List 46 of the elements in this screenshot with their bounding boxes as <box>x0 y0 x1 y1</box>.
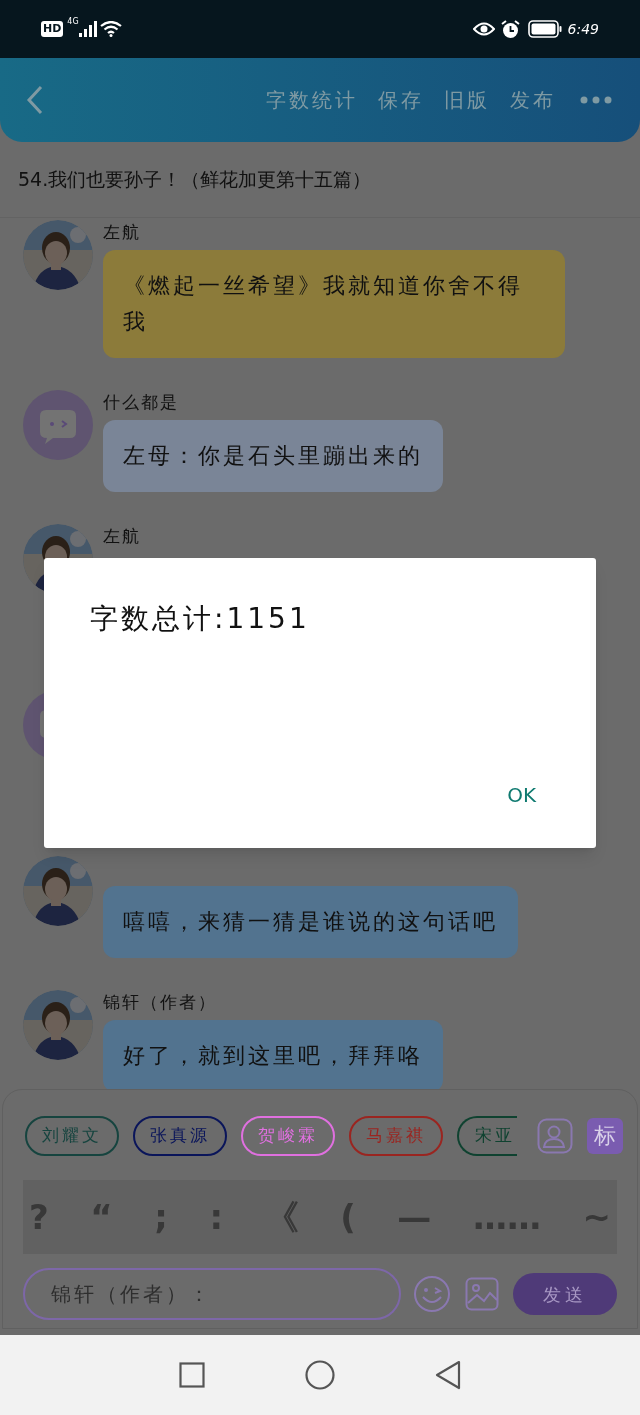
hd-badge: HD <box>41 21 64 37</box>
punctuation-key[interactable]: ( <box>338 1191 358 1243</box>
sender-name: 左航 <box>103 221 142 244</box>
header-action[interactable]: 发布 <box>510 85 556 115</box>
more-icon[interactable] <box>580 96 612 104</box>
sender-name: 什么都是 <box>103 391 180 414</box>
sender-name: 锦轩（作者） <box>103 991 218 1014</box>
punctuation-key[interactable]: : <box>207 1191 226 1243</box>
message-bubble: 好了，就到这里吧，拜拜咯 <box>103 1020 443 1089</box>
punctuation-key[interactable]: ~ <box>580 1191 613 1243</box>
header-action[interactable]: 保存 <box>378 85 424 115</box>
tag-button[interactable]: 标 <box>587 1118 623 1154</box>
character-chip[interactable]: 马嘉祺 <box>349 1116 443 1156</box>
chapter-title: 54.我们也要孙子！（鲜花加更第十五篇） <box>18 167 372 193</box>
eye-icon <box>472 21 495 37</box>
punctuation-key[interactable]: 《 <box>262 1191 301 1243</box>
network-type: 4G <box>67 16 79 28</box>
signal-icon <box>78 21 97 37</box>
battery-icon <box>527 20 562 38</box>
header-action[interactable]: 字数统计 <box>266 85 358 115</box>
character-chip[interactable]: 贺峻霖 <box>241 1116 335 1156</box>
sender-name: 左航 <box>103 525 141 548</box>
character-chip[interactable]: 张真源 <box>133 1116 227 1156</box>
message-bubble: 左母：你是石头里蹦出来的 <box>103 420 443 492</box>
punctuation-key[interactable]: ; <box>152 1191 170 1243</box>
alarm-icon <box>500 19 520 39</box>
speech-bubble-icon <box>23 390 93 460</box>
back-icon[interactable] <box>26 85 44 115</box>
header-action[interactable]: 旧版 <box>444 85 490 115</box>
punctuation-key[interactable]: ? <box>27 1191 51 1243</box>
character-chip[interactable]: 刘耀文 <box>25 1116 119 1156</box>
punctuation-key[interactable]: …… <box>470 1191 543 1243</box>
character-chip[interactable]: 宋亚 <box>457 1116 517 1156</box>
message-input[interactable]: 锦轩（作者）： <box>23 1268 401 1320</box>
punctuation-key[interactable]: “ <box>88 1191 115 1243</box>
message-bubble: 《燃起一丝希望》我就知道你舍不得我 <box>103 250 565 358</box>
recents-icon[interactable] <box>179 1362 205 1388</box>
punctuation-key[interactable]: — <box>395 1191 434 1243</box>
back-nav-icon[interactable] <box>435 1360 461 1390</box>
home-icon[interactable] <box>305 1360 335 1390</box>
dialog-message: 字数总计:1151 <box>90 601 310 637</box>
clock-time: 6:49 <box>567 19 599 39</box>
ok-button[interactable]: OK <box>507 780 536 810</box>
message-bubble: 嘻嘻，来猜一猜是谁说的这句话吧 <box>103 886 518 958</box>
send-button[interactable]: 发送 <box>513 1273 617 1315</box>
wifi-icon <box>99 21 122 37</box>
